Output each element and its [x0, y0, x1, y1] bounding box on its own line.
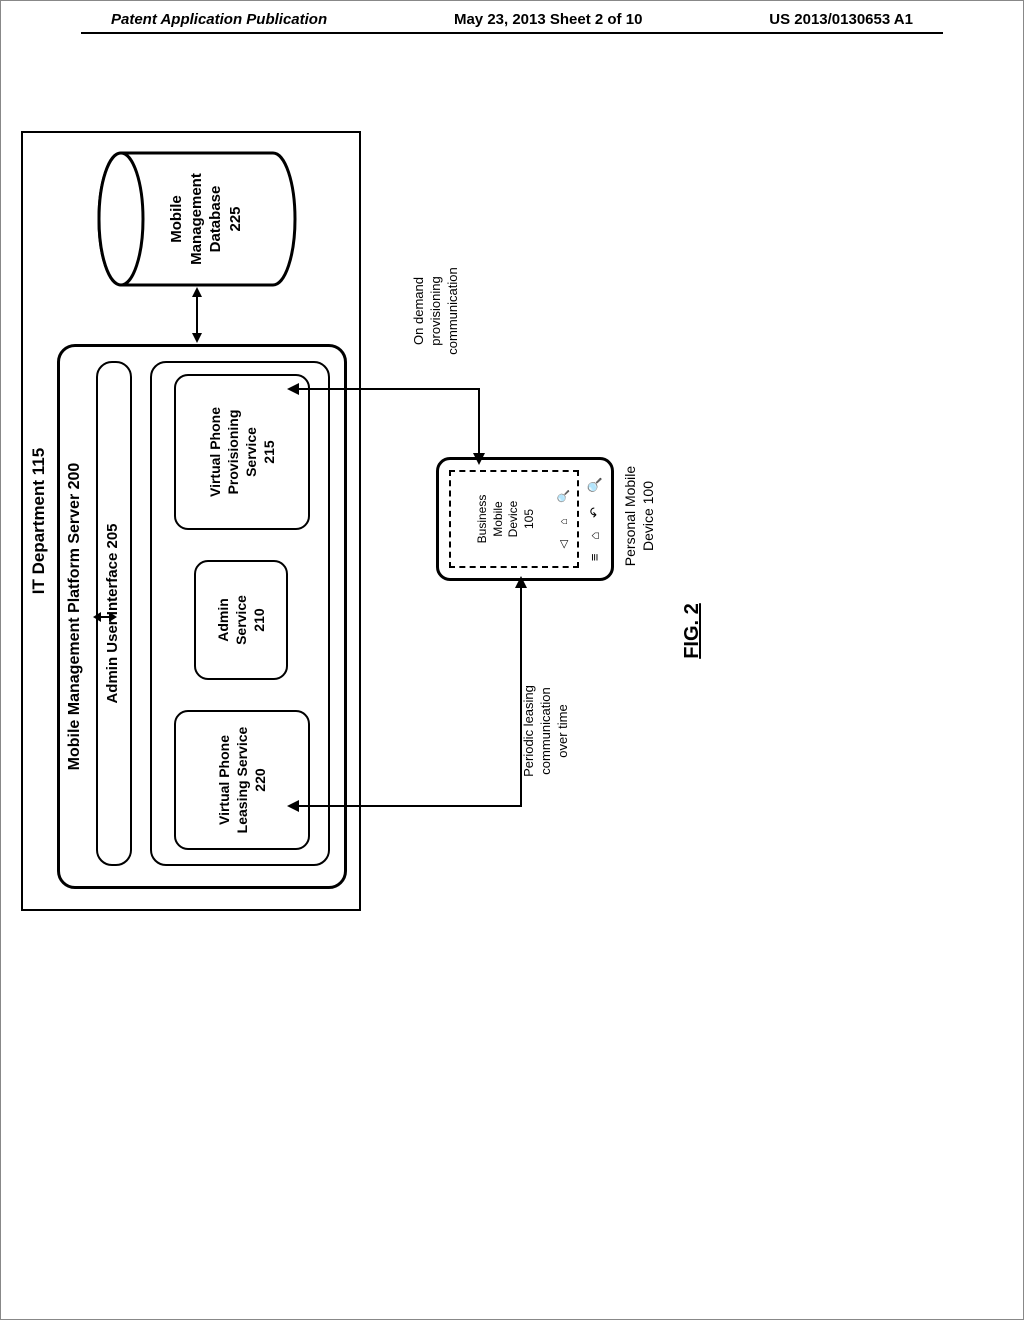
- provisioning-service-l4: 215: [260, 376, 278, 528]
- phone-label-l2: Device 100: [639, 431, 657, 601]
- comm-left-l1: Periodic leasing: [521, 661, 538, 801]
- header-date-sheet: May 23, 2013 Sheet 2 of 10: [454, 11, 642, 28]
- provisioning-service-box: Virtual Phone Provisioning Service 215: [174, 374, 310, 530]
- search-icon-dashed: 🔍: [557, 490, 571, 504]
- personal-mobile-device: Business Mobile Device 105 ◁ ⌂ 🔍 ≡ ⌂ ↶ 🔍: [436, 457, 614, 581]
- provisioning-service-l2: Provisioning: [224, 376, 242, 528]
- leasing-service-l2: Leasing Service: [233, 712, 251, 848]
- page: Patent Application Publication May 23, 2…: [0, 0, 1024, 1320]
- leasing-communication-label: Periodic leasing communication over time: [521, 661, 572, 801]
- phone-inner-l3: Device: [506, 472, 522, 566]
- phone-screen-nav-icons: ◁ ⌂ 🔍: [557, 482, 571, 556]
- provisioning-service-l3: Service: [242, 376, 260, 528]
- database: Mobile Management Database 225: [97, 149, 297, 289]
- admin-service-l3: 210: [250, 562, 268, 678]
- phone-nav-icons: ≡ ⌂ ↶ 🔍: [587, 470, 603, 568]
- comm-left-l2: communication: [538, 661, 555, 801]
- personal-mobile-device-label: Personal Mobile Device 100: [621, 431, 657, 601]
- arrow-adminui-services: [93, 607, 117, 627]
- header-publication: Patent Application Publication: [111, 11, 327, 28]
- arrow-leasing: [293, 576, 553, 826]
- home-icon: ⌂: [587, 532, 603, 540]
- phone-label-l1: Personal Mobile: [621, 431, 639, 601]
- comm-left-l3: over time: [555, 661, 572, 801]
- comm-right-l2: provisioning: [428, 246, 445, 376]
- header-pub-number: US 2013/0130653 A1: [769, 11, 913, 28]
- arrow-mmps-database: [189, 287, 205, 343]
- diagram: IT Department 115 Mobile Management Plat…: [21, 351, 801, 911]
- leasing-service-box: Virtual Phone Leasing Service 220: [174, 710, 310, 850]
- it-department-label: IT Department 115: [29, 133, 49, 909]
- header-rule: [81, 32, 943, 34]
- mmps-label: Mobile Management Platform Server 200: [60, 347, 84, 886]
- figure-label: FIG. 2: [681, 351, 704, 911]
- comm-right-l1: On demand: [411, 246, 428, 376]
- admin-service-l2: Service: [232, 562, 250, 678]
- business-mobile-device: Business Mobile Device 105 ◁ ⌂ 🔍: [449, 470, 579, 568]
- home-icon-dashed: ⌂: [557, 518, 571, 525]
- db-l1: Mobile: [167, 149, 187, 289]
- phone-inner-l4: 105: [522, 472, 538, 566]
- menu-icon: ≡: [587, 553, 603, 561]
- db-l2: Management: [187, 149, 207, 289]
- db-l3: Database: [206, 149, 226, 289]
- back-icon: ↶: [587, 507, 603, 518]
- comm-right-l3: communication: [445, 246, 462, 376]
- page-header: Patent Application Publication May 23, 2…: [1, 1, 1023, 32]
- database-label: Mobile Management Database 225: [167, 149, 245, 289]
- leasing-service-l3: 220: [251, 712, 269, 848]
- phone-inner-l2: Mobile: [491, 472, 507, 566]
- admin-service-box: Admin Service 210: [194, 560, 288, 680]
- back-icon-dashed: ◁: [557, 540, 571, 548]
- db-l4: 225: [226, 149, 246, 289]
- search-icon: 🔍: [587, 477, 603, 493]
- provisioning-communication-label: On demand provisioning communication: [411, 246, 462, 376]
- phone-inner-l1: Business: [475, 472, 491, 566]
- provisioning-service-l1: Virtual Phone: [206, 376, 224, 528]
- leasing-service-l1: Virtual Phone: [215, 712, 233, 848]
- arrow-provisioning: [293, 369, 513, 459]
- admin-service-l1: Admin: [214, 562, 232, 678]
